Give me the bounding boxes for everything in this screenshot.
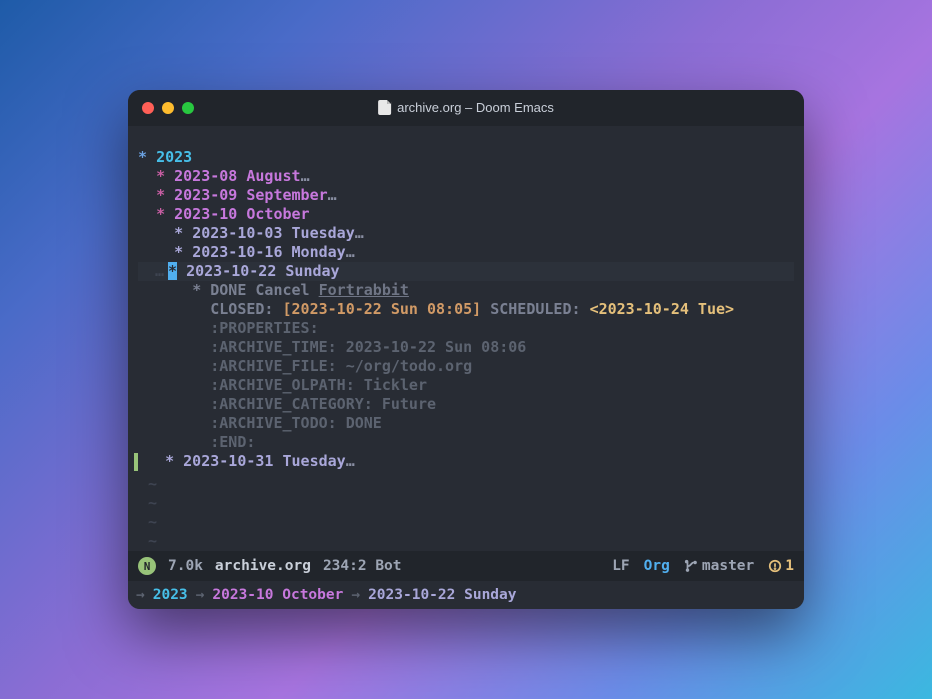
diff-indicator [134,453,138,471]
cursor-line[interactable]: …* 2023-10-22 Sunday [138,262,794,281]
heading-month[interactable]: 2023-10 October [174,205,309,223]
zoom-icon[interactable] [182,102,194,114]
line-ending: LF [612,558,629,574]
scheduled-label: SCHEDULED: [481,300,589,318]
properties-end: :END: [210,433,255,451]
property-value: ~/org/todo.org [346,357,472,375]
evil-state-badge: N [138,557,156,575]
heading-day[interactable]: 2023-10-22 Sunday [186,262,340,280]
breadcrumb-level-3[interactable]: 2023-10-22 Sunday [368,587,516,603]
breadcrumb-level-2[interactable]: 2023-10 October [212,587,343,603]
buffer-name: archive.org [215,558,311,574]
property-value: DONE [346,414,382,432]
fold-indicator[interactable]: … [138,262,168,281]
closed-timestamp: [2023-10-22 Sun 08:05] [283,300,482,318]
heading-day[interactable]: 2023-10-31 Tuesday [183,452,346,470]
breadcrumbs: → 2023 → 2023-10 October → 2023-10-22 Su… [128,581,804,609]
title-text: archive.org – Doom Emacs [397,100,554,115]
property-key: :ARCHIVE_OLPATH: [210,376,364,394]
warning-icon [768,559,782,573]
properties-begin: :PROPERTIES: [210,319,318,337]
property-key: :ARCHIVE_FILE: [210,357,345,375]
modeline: N 7.0k archive.org 234:2 Bot LF Org mast… [128,551,804,581]
filesize: 7.0k [168,558,203,574]
flycheck-info: 1 [768,558,794,574]
property-key: :ARCHIVE_TIME: [210,338,345,356]
minimize-icon[interactable] [162,102,174,114]
close-icon[interactable] [142,102,154,114]
titlebar: archive.org – Doom Emacs [128,90,804,126]
cursor-position: 234:2 Bot [323,558,402,574]
document-icon [378,100,391,115]
entry-link[interactable]: Fortrabbit [319,281,409,299]
property-value: Tickler [364,376,427,394]
vcs-info: master [684,558,754,574]
todo-keyword: DONE [210,281,246,299]
empty-lines: ~ ~ ~ ~ [138,471,794,551]
heading-day[interactable]: 2023-10-16 Monday [192,243,346,261]
property-value: 2023-10-22 Sun 08:06 [346,338,527,356]
scheduled-timestamp: <2023-10-24 Tue> [590,300,735,318]
major-mode: Org [644,558,670,574]
emacs-window: archive.org – Doom Emacs * 2023 * 2023-0… [128,90,804,610]
heading-month[interactable]: 2023-08 August [174,167,300,185]
heading-day[interactable]: 2023-10-03 Tuesday [192,224,355,242]
heading-month[interactable]: 2023-09 September [174,186,328,204]
property-key: :ARCHIVE_CATEGORY: [210,395,382,413]
breadcrumb-level-1[interactable]: 2023 [153,587,188,603]
window-controls [142,102,194,114]
buffer-content[interactable]: * 2023 * 2023-08 August… * 2023-09 Septe… [128,126,804,552]
modeline-right: LF Org master 1 [612,558,794,574]
closed-label: CLOSED: [210,300,282,318]
flycheck-count: 1 [785,558,794,574]
git-branch: master [702,558,754,574]
entry-title: Cancel [255,281,318,299]
git-branch-icon [684,559,698,573]
heading-year[interactable]: 2023 [156,148,192,166]
property-value: Future [382,395,436,413]
property-key: :ARCHIVE_TODO: [210,414,345,432]
window-title: archive.org – Doom Emacs [378,100,554,115]
